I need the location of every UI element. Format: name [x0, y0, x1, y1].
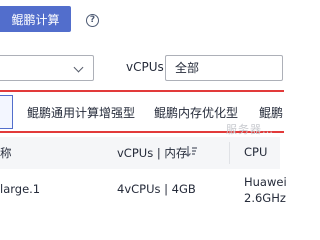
- column-header-cpu: CPU: [244, 145, 268, 159]
- help-icon[interactable]: ?: [86, 14, 99, 27]
- vcpus-filter-value: 全部: [175, 61, 200, 75]
- kunpeng-compute-label: 鲲鹏计算: [11, 12, 60, 27]
- tab-all-flavors[interactable]: [0, 95, 13, 129]
- vcpus-filter-select[interactable]: 全部: [165, 55, 283, 81]
- cpu-cell-line2: 2.6GHz: [244, 191, 286, 205]
- column-separator: [229, 142, 230, 164]
- sort-icon[interactable]: [184, 144, 198, 158]
- flavor-filter-select[interactable]: [0, 55, 94, 81]
- cpu-cell-line1: Huawei: [244, 175, 287, 189]
- watermark: 服务器…: [226, 123, 274, 136]
- tab-kunpeng-more[interactable]: 鲲鹏: [259, 104, 283, 121]
- vcpus-filter-label: vCPUs: [126, 60, 164, 74]
- vcpus-memory-cell: 4vCPUs | 4GB: [117, 182, 196, 196]
- tab-kunpeng-memory-optimized[interactable]: 鲲鹏内存优化型: [154, 104, 238, 121]
- kunpeng-compute-button[interactable]: 鲲鹏计算: [0, 6, 71, 32]
- column-header-name: 称: [0, 146, 12, 160]
- flavor-name-cell: large.1: [0, 182, 41, 196]
- chevron-down-icon: [73, 62, 84, 73]
- column-header-vcpus-memory: vCPUs | 内存: [117, 146, 188, 160]
- tab-kunpeng-general-enhanced[interactable]: 鲲鹏通用计算增强型: [27, 104, 135, 121]
